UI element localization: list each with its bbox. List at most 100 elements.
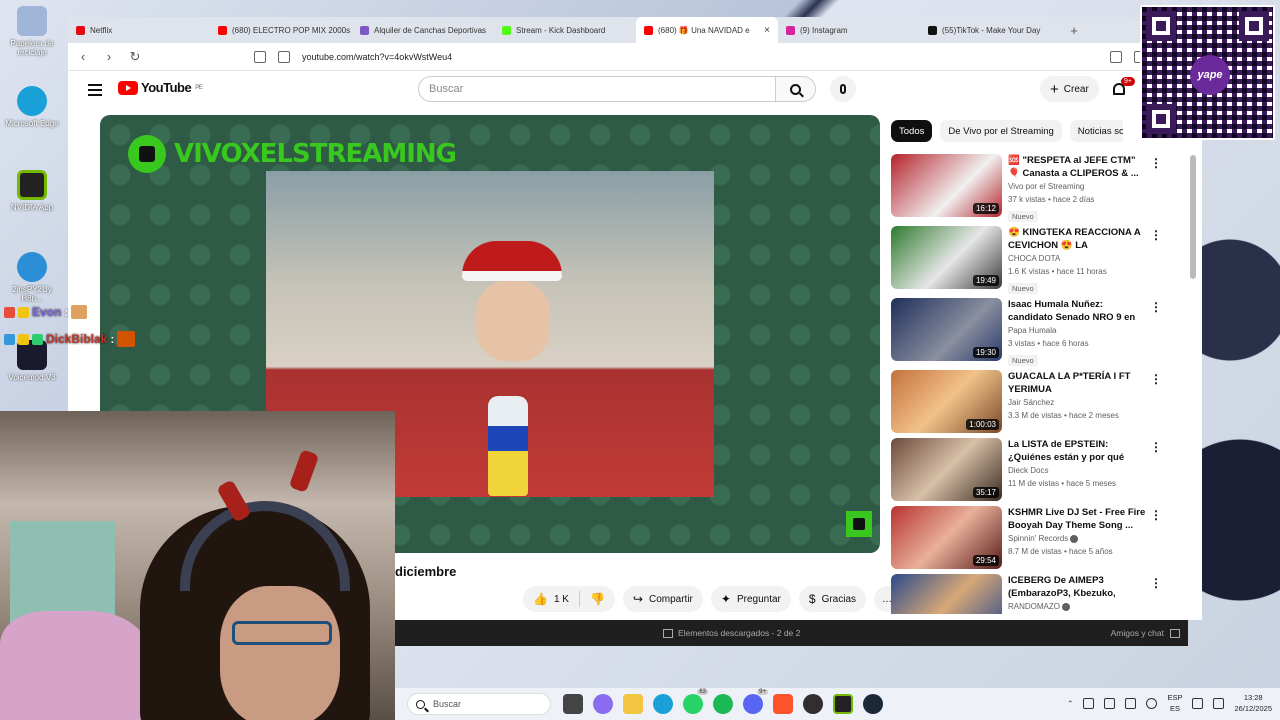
reload-icon[interactable]: ↻: [128, 49, 142, 65]
video-title[interactable]: 🆘 "RESPETA al JEFE CTM" 🎈 Canasta a CLIP…: [1008, 154, 1148, 180]
tab-kick-dashboard[interactable]: Stream - Kick Dashboard: [494, 17, 636, 43]
more-options-icon[interactable]: ⋮: [1150, 508, 1162, 522]
obs-icon[interactable]: [803, 694, 823, 714]
discord-icon[interactable]: 9+: [743, 689, 768, 714]
video-title[interactable]: KSHMR Live DJ Set - Free Fire Booyah Day…: [1008, 506, 1148, 532]
scrollbar[interactable]: [1190, 145, 1196, 613]
channel-name[interactable]: Dieck Docs: [1008, 464, 1148, 477]
video-thumbnail[interactable]: 35:17: [891, 438, 1002, 501]
tab-canchas[interactable]: Alquiler de Canchas Deportivas: [352, 17, 494, 43]
more-options-icon[interactable]: ⋮: [1150, 440, 1162, 454]
whatsapp-icon[interactable]: 63: [683, 689, 708, 714]
task-view-icon[interactable]: [563, 694, 583, 714]
dislike-button[interactable]: 👎: [580, 586, 615, 612]
new-tab-button[interactable]: +: [1062, 23, 1086, 38]
microphone-icon[interactable]: [1146, 697, 1158, 709]
video-title[interactable]: Isaac Humala Nuñez: candidato Senado NRO…: [1008, 298, 1148, 324]
video-thumbnail[interactable]: 16:12: [891, 154, 1002, 217]
desktop-icon-nvidia[interactable]: NVIDIA App: [4, 170, 60, 212]
search-button[interactable]: [776, 76, 816, 102]
ask-button[interactable]: ✦ Preguntar: [710, 586, 791, 612]
duration-badge: 29:54: [972, 555, 999, 566]
video-title[interactable]: GUACALA LA P*TERÍA I FT YERIMUA: [1008, 370, 1148, 396]
url-field[interactable]: youtube.com/watch?v=4okvWstWeu4: [302, 52, 1098, 62]
more-options-icon[interactable]: ⋮: [1150, 228, 1162, 242]
back-icon[interactable]: ‹: [76, 49, 90, 64]
desktop-icon-edge[interactable]: Microsoft Edge: [4, 86, 60, 128]
tray-app-icon[interactable]: [1104, 697, 1116, 709]
list-item[interactable]: 16:12 🆘 "RESPETA al JEFE CTM" 🎈 Canasta …: [891, 154, 1187, 222]
list-item[interactable]: 19:49 😍 KINGTEKA REACCIONA A CEVICHON 😍 …: [891, 226, 1187, 294]
list-item[interactable]: 1:00:03 GUACALA LA P*TERÍA I FT YERIMUA …: [891, 370, 1187, 434]
hamburger-menu-icon[interactable]: [88, 84, 102, 99]
desktop-icon-recycle-bin[interactable]: Papelera de reciclaje: [4, 6, 60, 57]
site-icon: [360, 25, 369, 35]
tab-netflix[interactable]: Netflix: [68, 17, 210, 43]
channel-name[interactable]: Vivo por el Streaming: [1008, 180, 1148, 193]
language-indicator[interactable]: ESP ES: [1167, 692, 1182, 714]
notifications-button[interactable]: 9+: [1113, 77, 1135, 100]
chip-de-vivo[interactable]: De Vivo por el Streaming: [940, 120, 1062, 142]
channel-name[interactable]: RANDOMAZO: [1008, 600, 1148, 613]
desktop-icon-shortcut[interactable]: 2insPY2Uy H8ri...: [4, 252, 60, 303]
youtube-logo[interactable]: YouTube PE: [118, 80, 203, 95]
search-input[interactable]: Buscar: [418, 76, 776, 102]
steam-icon[interactable]: [863, 694, 883, 714]
bookmark-icon[interactable]: [254, 50, 266, 63]
tab-instagram[interactable]: (9) Instagram: [778, 17, 920, 43]
friends-chat-button[interactable]: Amigos y chat: [1111, 628, 1180, 638]
tray-app-icon[interactable]: [1083, 697, 1095, 709]
downloads-status[interactable]: Elementos descargados - 2 de 2: [663, 628, 800, 638]
nvidia-icon[interactable]: [833, 694, 853, 714]
video-thumbnail[interactable]: 19:49: [891, 226, 1002, 289]
more-options-icon[interactable]: ⋮: [1150, 300, 1162, 314]
video-thumbnail[interactable]: [891, 574, 1002, 614]
wifi-icon[interactable]: [1192, 697, 1204, 709]
video-title[interactable]: La LISTA de EPSTEIN: ¿Quiénes están y po…: [1008, 438, 1148, 464]
tab-youtube-active[interactable]: (680) 🎁 Una NAVIDAD e ×: [636, 17, 778, 43]
close-tab-icon[interactable]: ×: [764, 25, 770, 36]
spotify-icon[interactable]: [713, 694, 733, 714]
list-item[interactable]: 19:30 Isaac Humala Nuñez: candidato Sena…: [891, 298, 1187, 366]
channel-watermark-icon[interactable]: [846, 511, 872, 537]
edge-icon[interactable]: [653, 694, 673, 714]
video-title[interactable]: ICEBERG De AIMEP3 (EmbarazoP3, Kbezuko, …: [1008, 574, 1148, 600]
site-info-icon[interactable]: [278, 50, 290, 63]
cast-icon[interactable]: [1110, 50, 1122, 63]
video-thumbnail[interactable]: 19:30: [891, 298, 1002, 361]
volume-icon[interactable]: [1213, 697, 1225, 709]
file-explorer-icon[interactable]: [623, 694, 643, 714]
taskbar-search-input[interactable]: Buscar: [407, 693, 551, 715]
thanks-button[interactable]: $ Gracias: [798, 586, 867, 612]
channel-name[interactable]: CHOCA DOTA: [1008, 252, 1148, 265]
share-button[interactable]: ↪ Compartir: [622, 586, 703, 612]
channel-name[interactable]: Jair Sánchez: [1008, 396, 1148, 409]
more-options-icon[interactable]: ⋮: [1150, 576, 1162, 590]
chip-todos[interactable]: Todos: [891, 120, 933, 142]
brave-icon[interactable]: [773, 694, 793, 714]
tab-tiktok[interactable]: (55)TikTok - Make Your Day: [920, 17, 1062, 43]
list-item[interactable]: 35:17 La LISTA de EPSTEIN: ¿Quiénes está…: [891, 438, 1187, 502]
more-options-icon[interactable]: ⋮: [1150, 372, 1162, 386]
channel-name[interactable]: Spinnin' Records: [1008, 532, 1148, 545]
channel-name[interactable]: Papa Humala: [1008, 324, 1148, 337]
scrollbar-thumb[interactable]: [1190, 155, 1196, 279]
chip-noticias[interactable]: Noticias sobre: [1069, 120, 1123, 142]
forward-icon[interactable]: ›: [102, 49, 116, 64]
like-button[interactable]: 👍 1 K: [523, 586, 579, 612]
copilot-icon[interactable]: [593, 694, 613, 714]
list-item[interactable]: ICEBERG De AIMEP3 (EmbarazoP3, Kbezuko, …: [891, 574, 1187, 614]
create-button[interactable]: + Crear: [1040, 76, 1099, 102]
video-title[interactable]: 😍 KINGTEKA REACCIONA A CEVICHON 😍 LA DEC…: [1008, 226, 1148, 252]
unread-badge: 9+: [757, 689, 768, 695]
tab-electro-pop[interactable]: (680) ELECTRO POP MIX 2000s: [210, 17, 352, 43]
chat-username: Evon: [32, 305, 62, 319]
video-thumbnail[interactable]: 29:54: [891, 506, 1002, 569]
voice-search-button[interactable]: [830, 76, 856, 102]
list-item[interactable]: 29:54 KSHMR Live DJ Set - Free Fire Booy…: [891, 506, 1187, 570]
clock[interactable]: 13:28 26/12/2025: [1234, 692, 1272, 714]
more-options-icon[interactable]: ⋮: [1150, 156, 1162, 170]
tray-app-icon[interactable]: [1125, 697, 1137, 709]
video-thumbnail[interactable]: 1:00:03: [891, 370, 1002, 433]
show-hidden-icons-icon[interactable]: ⌃: [1067, 699, 1073, 708]
